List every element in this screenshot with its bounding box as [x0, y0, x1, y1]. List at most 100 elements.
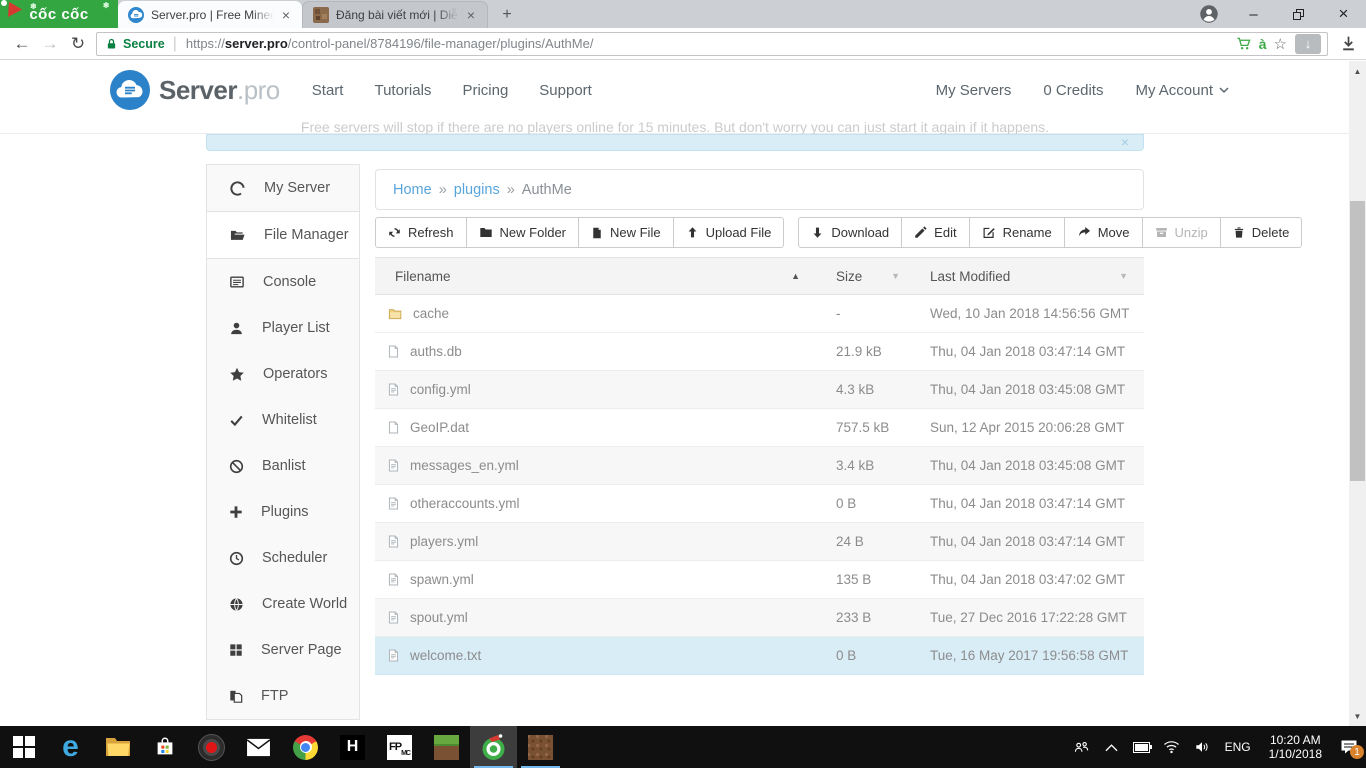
table-row[interactable]: welcome.txt 0 B Tue, 16 May 2017 19:56:5…: [375, 637, 1144, 675]
clock[interactable]: 10:20 AM 1/10/2018: [1269, 733, 1322, 761]
site-logo[interactable]: Server.pro: [110, 70, 280, 110]
file-text-icon: [387, 382, 400, 397]
notification-icon[interactable]: 1: [1332, 739, 1366, 755]
column-header-size[interactable]: Size ▼: [830, 258, 928, 294]
volume-icon[interactable]: [1187, 740, 1217, 754]
scrollbar-thumb[interactable]: [1350, 201, 1365, 481]
sidebar-item-my-server[interactable]: My Server: [207, 165, 359, 211]
reload-button[interactable]: ↻: [64, 34, 92, 54]
url-text[interactable]: https://server.pro/control-panel/8784196…: [186, 36, 1236, 51]
sidebar-item-ftp[interactable]: FTP: [207, 673, 359, 719]
language-indicator[interactable]: ENG: [1225, 740, 1251, 754]
table-body: cache - Wed, 10 Jan 2018 14:56:56 GMT au…: [375, 295, 1144, 675]
table-row[interactable]: auths.db 21.9 kB Thu, 04 Jan 2018 03:47:…: [375, 333, 1144, 371]
coccoc-logo[interactable]: ❄ ❄ cốc cốc: [0, 0, 118, 28]
taskbar-chrome[interactable]: [282, 726, 329, 768]
browser-tab[interactable]: Đăng bài viết mới | Diễn Đ ×: [302, 1, 488, 28]
new-folder-button[interactable]: New Folder: [466, 217, 579, 248]
wifi-icon[interactable]: [1157, 740, 1187, 754]
taskbar-store[interactable]: [141, 726, 188, 768]
console-icon: [229, 275, 245, 289]
sidebar: My Server File Manager Console Player Li…: [206, 164, 360, 720]
table-row[interactable]: cache - Wed, 10 Jan 2018 14:56:56 GMT: [375, 295, 1144, 333]
sidebar-item-create-world[interactable]: Create World: [207, 581, 359, 627]
browser-tab[interactable]: Server.pro | Free Minecraft ×: [118, 1, 302, 28]
taskbar-mail[interactable]: [235, 726, 282, 768]
banner-close-icon[interactable]: ×: [1121, 134, 1129, 150]
taskbar-minecraft-dirt[interactable]: [517, 726, 564, 768]
edit-button[interactable]: Edit: [901, 217, 969, 248]
tab-close-icon[interactable]: ×: [463, 7, 479, 23]
new-file-button[interactable]: New File: [578, 217, 674, 248]
close-button[interactable]: ×: [1321, 0, 1366, 28]
column-header-last-modified[interactable]: Last Modified ▼: [928, 258, 1144, 294]
scroll-up-icon[interactable]: ▲: [1349, 63, 1366, 79]
sidebar-item-scheduler[interactable]: Scheduler: [207, 535, 359, 581]
unzip-button[interactable]: Unzip: [1142, 217, 1221, 248]
downloads-icon[interactable]: [1340, 35, 1357, 52]
taskbar-minecraft-grass[interactable]: [423, 726, 470, 768]
taskbar-start[interactable]: [0, 726, 47, 768]
move-button[interactable]: Move: [1064, 217, 1143, 248]
sidebar-item-server-page[interactable]: Server Page: [207, 627, 359, 673]
minecraft-grass-icon: [434, 735, 459, 760]
delete-button[interactable]: Delete: [1220, 217, 1303, 248]
sidebar-item-console[interactable]: Console: [207, 259, 359, 305]
sidebar-item-banlist[interactable]: Banlist: [207, 443, 359, 489]
table-row[interactable]: spout.yml 233 B Tue, 27 Dec 2016 17:22:2…: [375, 599, 1144, 637]
page-scrollbar[interactable]: ▲ ▼: [1349, 61, 1366, 726]
table-row[interactable]: messages_en.yml 3.4 kB Thu, 04 Jan 2018 …: [375, 447, 1144, 485]
people-icon[interactable]: [1067, 740, 1097, 755]
refresh-button[interactable]: Refresh: [375, 217, 467, 248]
account-nav-link[interactable]: My Servers: [936, 82, 1012, 99]
file-manager-panel: Home»plugins»AuthMe Refresh New Folder N…: [375, 164, 1144, 675]
table-row[interactable]: otheraccounts.yml 0 B Thu, 04 Jan 2018 0…: [375, 485, 1144, 523]
taskbar-edge[interactable]: e: [47, 726, 94, 768]
tab-close-icon[interactable]: ×: [278, 7, 294, 23]
sidebar-item-player-list[interactable]: Player List: [207, 305, 359, 351]
upload-file-button[interactable]: Upload File: [673, 217, 785, 248]
vietnamese-typing-icon[interactable]: à: [1259, 36, 1267, 52]
bookmark-star-icon[interactable]: ☆: [1274, 35, 1287, 53]
download-button[interactable]: Download: [798, 217, 902, 248]
taskbar-recorder[interactable]: [188, 726, 235, 768]
nav-link[interactable]: Support: [539, 82, 592, 99]
cart-icon[interactable]: [1236, 36, 1252, 51]
url-box[interactable]: Secure | https://server.pro/control-pane…: [96, 32, 1328, 56]
sidebar-item-operators[interactable]: Operators: [207, 351, 359, 397]
profile-icon[interactable]: [1186, 4, 1231, 24]
table-row[interactable]: spawn.yml 135 B Thu, 04 Jan 2018 03:47:0…: [375, 561, 1144, 599]
battery-icon[interactable]: [1127, 742, 1157, 753]
back-button[interactable]: ←: [8, 34, 36, 54]
nav-link[interactable]: Start: [312, 82, 344, 99]
brand-label: cốc cốc: [29, 6, 88, 23]
chevron-up-icon[interactable]: [1097, 743, 1127, 752]
table-row[interactable]: GeoIP.dat 757.5 kB Sun, 12 Apr 2015 20:0…: [375, 409, 1144, 447]
breadcrumb-plugins[interactable]: plugins: [454, 182, 500, 198]
new-tab-button[interactable]: +: [492, 5, 522, 25]
column-header-filename[interactable]: Filename ▲: [375, 258, 830, 294]
button-group: Refresh New Folder New File Upload File: [375, 217, 784, 248]
forward-button[interactable]: →: [36, 34, 64, 54]
table-row[interactable]: players.yml 24 B Thu, 04 Jan 2018 03:47:…: [375, 523, 1144, 561]
scroll-down-icon[interactable]: ▼: [1349, 708, 1366, 724]
download-media-button[interactable]: ↓: [1295, 34, 1321, 54]
account-nav-link[interactable]: My Account: [1135, 82, 1229, 99]
table-row[interactable]: config.yml 4.3 kB Thu, 04 Jan 2018 03:45…: [375, 371, 1144, 409]
sidebar-item-whitelist[interactable]: Whitelist: [207, 397, 359, 443]
taskbar-file-explorer[interactable]: [94, 726, 141, 768]
restore-button[interactable]: [1276, 0, 1321, 28]
taskbar-h-app[interactable]: H: [329, 726, 376, 768]
breadcrumb-home[interactable]: Home: [393, 182, 432, 198]
taskbar-coccoc[interactable]: [470, 726, 517, 768]
sidebar-item-file-manager[interactable]: File Manager: [207, 211, 359, 259]
minimize-button[interactable]: –: [1231, 0, 1276, 28]
taskbar-fpmc-app[interactable]: FPMC: [376, 726, 423, 768]
file-name: spawn.yml: [410, 572, 474, 587]
account-nav-link[interactable]: 0 Credits: [1043, 82, 1103, 99]
nav-link[interactable]: Tutorials: [374, 82, 431, 99]
nav-link[interactable]: Pricing: [462, 82, 508, 99]
browser-tabstrip: ❄ ❄ cốc cốc Server.pro | Free Minecraft …: [0, 0, 1366, 28]
rename-button[interactable]: Rename: [969, 217, 1065, 248]
sidebar-item-plugins[interactable]: Plugins: [207, 489, 359, 535]
